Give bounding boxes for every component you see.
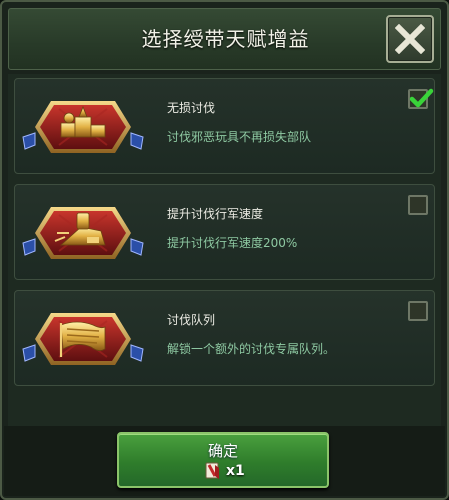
options-list: 无损讨伐 讨伐邪恶玩具不再损失部队 提升讨伐行军速度 提升讨伐行军速度200% … — [8, 74, 441, 426]
option-checkbox[interactable] — [408, 301, 428, 321]
option-description: 解锁一个额外的讨伐专属队列。 — [167, 342, 336, 356]
option-card-march-speed[interactable]: 提升讨伐行军速度 提升讨伐行军速度200% — [14, 184, 435, 280]
option-checkbox[interactable] — [408, 195, 428, 215]
talent-dialog: 选择绶带天赋增益 无损讨伐 讨伐邪恶玩具不再损失部队 提升讨伐行军速度 提升讨伐… — [0, 0, 449, 500]
dialog-header: 选择绶带天赋增益 — [8, 8, 441, 70]
option-card-extra-queue[interactable]: 讨伐队列 解锁一个额外的讨伐专属队列。 — [14, 290, 435, 386]
option-title: 讨伐队列 — [167, 313, 216, 327]
close-button[interactable] — [386, 15, 434, 63]
ribbon-item-icon — [205, 462, 219, 479]
option-title: 提升讨伐行军速度 — [167, 207, 264, 221]
confirm-label: 确定 — [207, 442, 238, 460]
banner-flag-emblem-icon — [22, 313, 144, 365]
cost-quantity: x1 — [226, 463, 245, 479]
option-title: 无损讨伐 — [167, 101, 216, 115]
option-description: 讨伐邪恶玩具不再损失部队 — [167, 130, 312, 144]
confirm-button[interactable]: 确定 x1 — [117, 432, 329, 488]
option-card-no-loss[interactable]: 无损讨伐 讨伐邪恶玩具不再损失部队 — [14, 78, 435, 174]
marching-toy-emblem-icon — [22, 207, 144, 259]
checkmark-icon — [409, 88, 434, 108]
option-checkbox-checked[interactable] — [408, 88, 434, 109]
toy-blocks-emblem-icon — [22, 101, 144, 153]
option-description: 提升讨伐行军速度200% — [167, 236, 298, 250]
dialog-title: 选择绶带天赋增益 — [141, 27, 310, 51]
dialog-footer: 确定 x1 — [4, 426, 445, 496]
close-icon — [395, 24, 425, 54]
